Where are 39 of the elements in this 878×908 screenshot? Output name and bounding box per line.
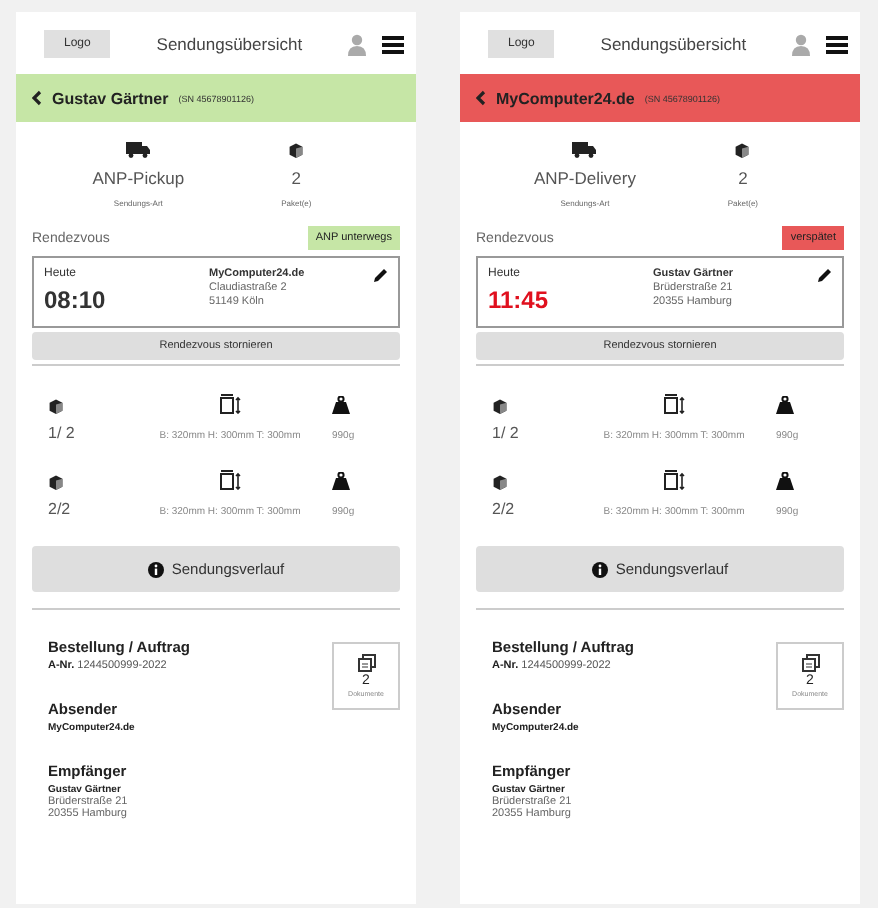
banner-name: Gustav Gärtner (52, 89, 169, 107)
menu-icon[interactable] (382, 35, 404, 53)
weight-icon (332, 396, 350, 414)
pencil-icon[interactable] (818, 268, 832, 282)
parcel-index: 2/2 (492, 500, 517, 518)
parcel-index: 2/2 (48, 500, 73, 518)
page-title: Sendungsübersicht (154, 34, 305, 54)
dimensions-icon (219, 394, 241, 414)
weight-icon (332, 472, 350, 490)
documents-icon (357, 654, 375, 672)
appointment-time: 08:10 (44, 286, 108, 314)
package-icon (48, 398, 64, 414)
package-icon (734, 142, 751, 158)
back-icon[interactable] (32, 90, 42, 106)
package-count: 2 (291, 168, 302, 188)
parcel-index: 1/ 2 (48, 424, 77, 442)
appointment-time: 11:45 (488, 286, 551, 314)
documents-icon (801, 654, 819, 672)
info-icon (591, 561, 608, 577)
dimensions-icon (663, 470, 685, 490)
truck-icon (572, 142, 597, 158)
package-icon (492, 398, 508, 414)
banner-name: MyComputer24.de (496, 89, 635, 107)
shipment-type: ANP-Pickup (92, 168, 185, 188)
package-icon (48, 474, 64, 490)
weight-icon (776, 472, 794, 490)
package-icon (492, 474, 508, 490)
shipment-type: ANP-Delivery (533, 168, 636, 188)
pencil-icon[interactable] (374, 268, 388, 282)
weight-icon (776, 396, 794, 414)
menu-icon[interactable] (826, 35, 848, 53)
parcel-index: 1/ 2 (492, 424, 521, 442)
page-title: Sendungsübersicht (598, 34, 749, 54)
dimensions-icon (219, 470, 241, 490)
info-icon (147, 561, 164, 577)
package-count: 2 (738, 168, 748, 188)
dimensions-icon (663, 394, 685, 414)
truck-icon (126, 142, 151, 158)
package-icon (288, 142, 305, 158)
